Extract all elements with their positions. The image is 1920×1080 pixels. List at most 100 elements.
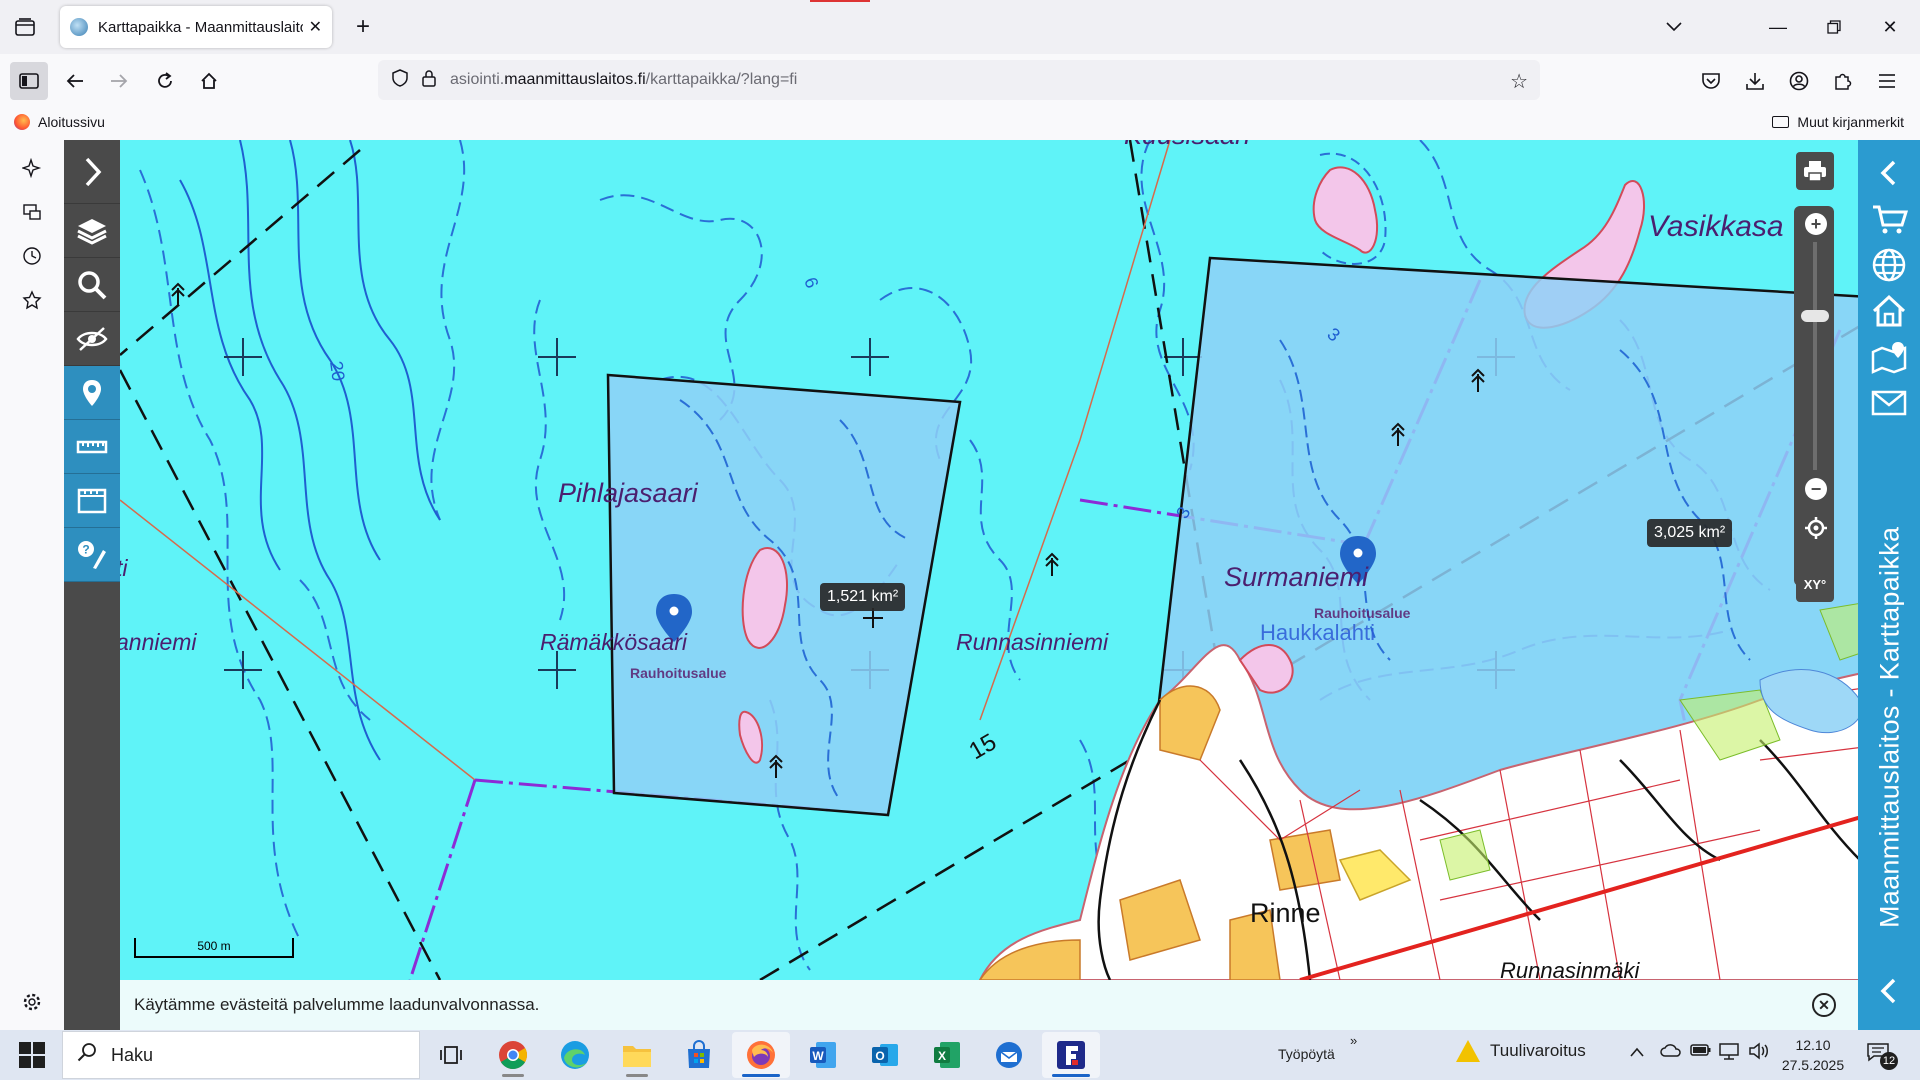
shopping-cart-icon[interactable]: [1868, 198, 1910, 240]
collapse-chevron-left-icon[interactable]: [1868, 152, 1910, 194]
bookmark-label: Aloitussivu: [38, 114, 105, 130]
minimize-button[interactable]: —: [1750, 0, 1806, 54]
tracking-protection-shield-icon[interactable]: [392, 68, 408, 92]
toolbar-expand-icon[interactable]: »: [1350, 1033, 1357, 1048]
search-icon[interactable]: [64, 258, 120, 312]
list-all-tabs-chevron-down-icon[interactable]: [1658, 12, 1690, 42]
onedrive-cloud-icon[interactable]: [1660, 1042, 1682, 1062]
label-rauhoitusalue-2: Rauhoitusalue: [1314, 605, 1411, 621]
firefox-taskbar-icon[interactable]: [732, 1032, 790, 1078]
new-tab-button[interactable]: +: [348, 12, 378, 42]
collapse-chevron-left-icon[interactable]: [1868, 970, 1910, 1012]
map-canvas[interactable]: Kuusisaari Vasikkasa Pihlajasaari Rämäkk…: [120, 140, 1920, 980]
restore-button[interactable]: [1806, 0, 1862, 54]
word-icon[interactable]: W: [794, 1032, 852, 1078]
navigation-bar: asiointi.maanmittauslaitos.fi/karttapaik…: [0, 54, 1920, 108]
home-button[interactable]: [190, 62, 228, 100]
pocket-icon[interactable]: [1696, 66, 1726, 96]
forward-button[interactable]: [100, 62, 138, 100]
pinned-app-icon[interactable]: [1042, 1032, 1100, 1078]
label-pihlajasaari: Pihlajasaari: [558, 478, 699, 508]
label-anniemi: anniemi: [120, 629, 197, 655]
lock-icon[interactable]: [422, 69, 436, 92]
desktop-toolbar-label[interactable]: Työpöytä: [1278, 1046, 1335, 1062]
file-explorer-folder-icon[interactable]: [608, 1032, 666, 1078]
back-button[interactable]: [56, 62, 94, 100]
folder-icon: [1772, 116, 1790, 128]
label-runnasinniemi: Runnasinniemi: [956, 629, 1109, 655]
zoom-out-button[interactable]: −: [1805, 478, 1827, 500]
coordinates-xy-button[interactable]: XY°: [1796, 566, 1834, 602]
map-location-icon[interactable]: [1868, 336, 1910, 378]
area-measurement-label: 3,025 km²: [1647, 519, 1733, 547]
measure-area-icon[interactable]: [64, 474, 120, 528]
chrome-icon[interactable]: [484, 1032, 542, 1078]
url-text[interactable]: asiointi.maanmittauslaitos.fi/karttapaik…: [450, 71, 797, 89]
menu-hamburger-icon[interactable]: [1872, 66, 1902, 96]
url-bar[interactable]: asiointi.maanmittauslaitos.fi/karttapaik…: [378, 60, 1540, 100]
place-marker-pin-icon[interactable]: [64, 366, 120, 420]
zoom-in-button[interactable]: +: [1805, 213, 1827, 235]
map-toolbar: ?: [64, 140, 120, 1030]
account-icon[interactable]: [1784, 66, 1814, 96]
reload-button[interactable]: [146, 62, 184, 100]
close-tab-icon[interactable]: ✕: [309, 17, 322, 37]
taskbar-search[interactable]: Haku: [62, 1031, 420, 1079]
excel-icon[interactable]: X: [918, 1032, 976, 1078]
edge-icon[interactable]: [546, 1032, 604, 1078]
scale-bar: 500 m: [134, 930, 294, 958]
ai-chatbot-sparkle-icon[interactable]: [18, 154, 46, 182]
network-icon[interactable]: [1718, 1042, 1740, 1065]
volume-speaker-icon[interactable]: [1748, 1042, 1770, 1065]
bookmarks-star-icon[interactable]: [18, 286, 46, 314]
windows-start-icon[interactable]: [12, 1040, 52, 1070]
extensions-puzzle-icon[interactable]: [1828, 66, 1858, 96]
other-bookmarks[interactable]: Muut kirjanmerkit: [1772, 114, 1904, 130]
running-indicator: [1052, 1074, 1090, 1077]
map-layers-icon[interactable]: [64, 204, 120, 258]
sidebar-toggle-button[interactable]: [10, 62, 48, 100]
weather-widget[interactable]: Tuulivaroitus: [1456, 1040, 1586, 1062]
customize-sidebar-gear-icon[interactable]: [18, 988, 46, 1016]
running-indicator: [626, 1074, 648, 1077]
task-view-icon[interactable]: [422, 1032, 480, 1078]
bookmark-aloitussivu[interactable]: Aloitussivu: [14, 114, 105, 130]
feature-info-question-icon[interactable]: ?: [64, 528, 120, 582]
hide-eye-slash-icon[interactable]: [64, 312, 120, 366]
search-icon: [77, 1042, 97, 1068]
zoom-rail[interactable]: [1813, 242, 1817, 470]
label-vasikkasaari: Vasikkasa: [1648, 210, 1784, 243]
tab-karttapaikka[interactable]: Karttapaikka - Maanmittauslaitos ✕: [60, 6, 332, 48]
microsoft-store-icon[interactable]: [670, 1032, 728, 1078]
print-icon[interactable]: [1796, 152, 1834, 190]
running-indicator: [502, 1074, 524, 1077]
label-runnasinmaki: Runnasinmäki: [1500, 958, 1641, 980]
area-measurement-label: 1,521 km²: [820, 583, 906, 611]
locate-crosshair-icon[interactable]: [1804, 516, 1828, 540]
tab-overview-icon[interactable]: [10, 12, 40, 42]
right-panel: Maanmittauslaitos - Karttapaikka: [1858, 140, 1920, 1030]
show-hidden-icons-chevron-up-icon[interactable]: [1630, 1042, 1644, 1062]
home-icon[interactable]: [1868, 290, 1910, 332]
notification-center-icon[interactable]: 12: [1866, 1042, 1898, 1070]
clock[interactable]: 12.10 27.5.2025: [1778, 1035, 1848, 1075]
downloads-icon[interactable]: [1740, 66, 1770, 96]
bookmark-star-icon[interactable]: ☆: [1510, 69, 1528, 94]
firefox-sidebar: [0, 140, 64, 1030]
synced-tabs-icon[interactable]: [18, 198, 46, 226]
mail-envelope-icon[interactable]: [1868, 382, 1910, 424]
measure-distance-ruler-icon[interactable]: [64, 420, 120, 474]
globe-icon[interactable]: [1868, 244, 1910, 286]
clock-time: 12.10: [1795, 1037, 1831, 1053]
close-window-button[interactable]: ✕: [1862, 0, 1918, 54]
expand-panel-chevron-right-icon[interactable]: [64, 140, 120, 204]
close-cookie-banner-icon[interactable]: ✕: [1812, 993, 1836, 1017]
label-ramakkosaari: Rämäkkösaari: [540, 629, 688, 655]
history-clock-icon[interactable]: [18, 242, 46, 270]
battery-icon[interactable]: [1690, 1042, 1712, 1062]
zoom-slider-handle[interactable]: [1801, 310, 1829, 322]
thunderbird-icon[interactable]: [980, 1032, 1038, 1078]
svg-text:W: W: [812, 1049, 824, 1063]
outlook-icon[interactable]: O: [856, 1032, 914, 1078]
window-accent: [810, 0, 870, 2]
